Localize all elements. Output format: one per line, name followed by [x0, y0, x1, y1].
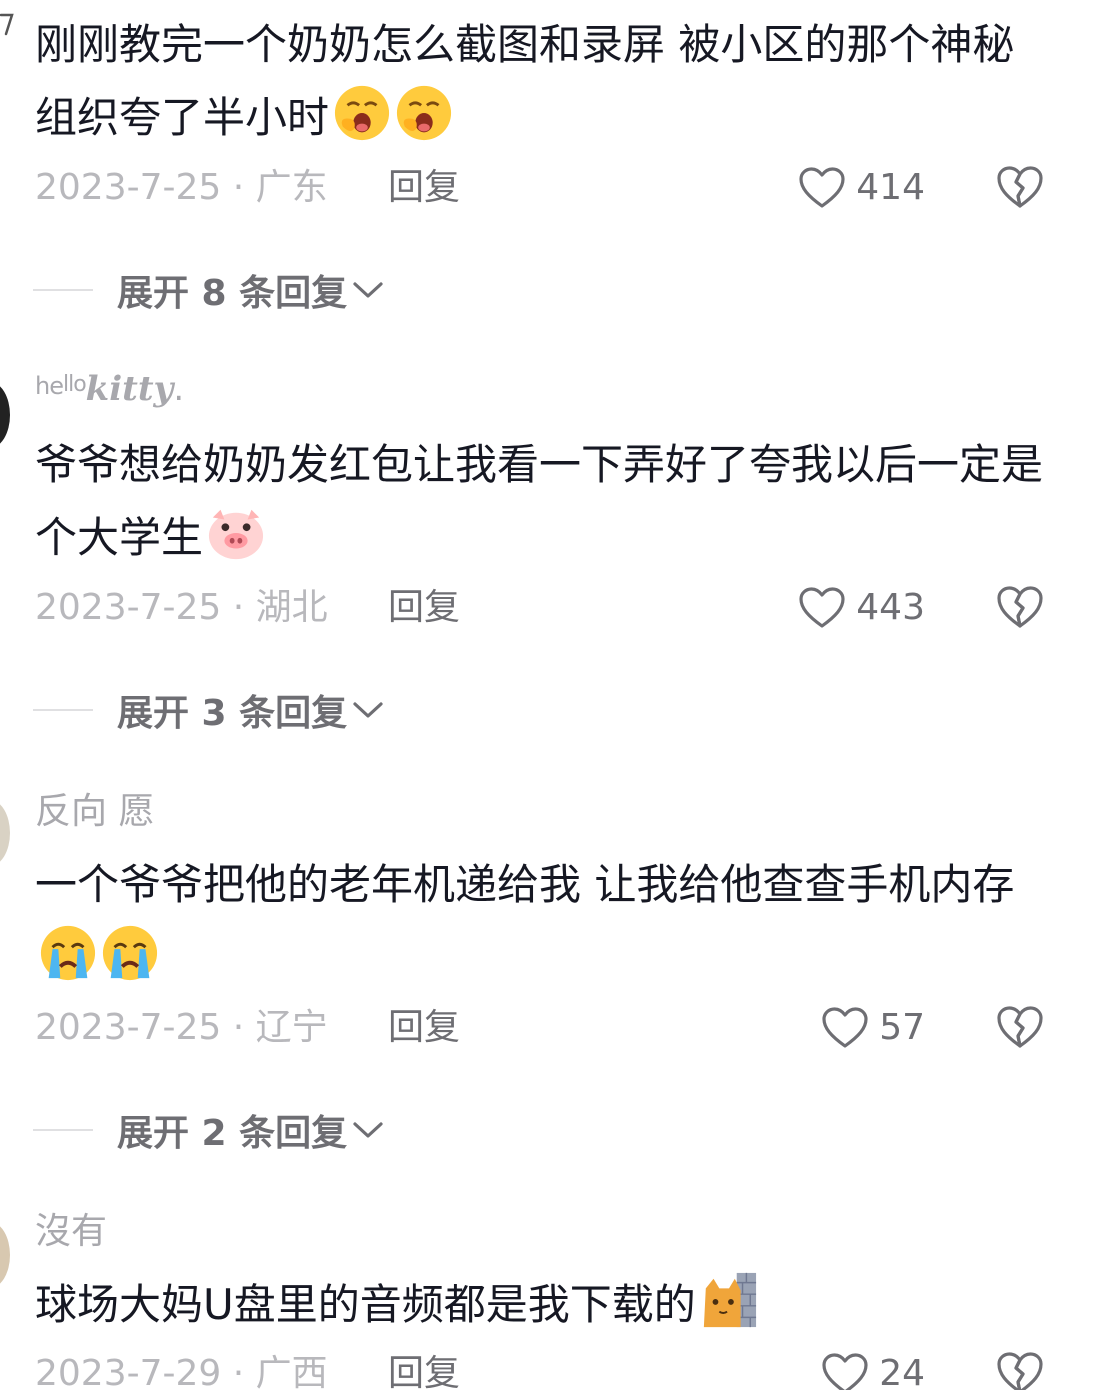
yawn-emoji-icon	[333, 84, 391, 142]
comment-text: 爷爷想给奶奶发红包让我看一下弄好了夸我以后一定是个大学生	[35, 440, 1044, 562]
broken-heart-icon[interactable]	[995, 1004, 1045, 1050]
expand-replies-label: 展开 8 条回复	[117, 273, 348, 314]
chevron-down-icon	[353, 702, 383, 718]
heart-icon	[799, 587, 845, 628]
like-count: 57	[879, 1007, 925, 1048]
divider-line	[33, 709, 93, 711]
avatar[interactable]	[0, 800, 10, 866]
divider-line	[33, 1129, 93, 1131]
edge-mark	[0, 13, 14, 36]
comment-username[interactable]: 沒有	[35, 1214, 107, 1250]
reply-button[interactable]: 回复	[388, 590, 460, 626]
crying-emoji-icon	[101, 924, 159, 982]
comment-date-location: 2023-7-25 · 广东	[35, 167, 328, 208]
pig-emoji-icon	[207, 504, 265, 562]
heart-icon	[822, 1007, 868, 1048]
like-button[interactable]: 24	[821, 1349, 925, 1390]
like-count: 443	[856, 587, 925, 628]
like-count: 24	[879, 1353, 925, 1390]
reply-button[interactable]: 回复	[388, 170, 460, 206]
crying-emoji-icon	[39, 924, 97, 982]
like-count: 414	[856, 167, 925, 208]
reply-button[interactable]: 回复	[388, 1356, 460, 1390]
yawn-emoji-icon	[395, 84, 453, 142]
heart-icon	[822, 1353, 868, 1390]
chevron-down-icon	[353, 1122, 383, 1138]
avatar[interactable]	[0, 1222, 10, 1288]
expand-replies-button[interactable]: 展开 2 条回复	[33, 1105, 385, 1155]
heart-icon	[799, 167, 845, 208]
divider-line	[33, 289, 93, 291]
like-button[interactable]: 443	[798, 583, 925, 633]
expand-replies-button[interactable]: 展开 3 条回复	[33, 685, 385, 735]
like-button[interactable]: 57	[821, 1003, 925, 1053]
comment-list: 刚刚教完一个奶奶怎么截图和录屏 被小区的那个神秘组织夸了半小时 2023-7-2…	[0, 0, 1095, 1390]
like-button[interactable]: 414	[798, 163, 925, 213]
expand-replies-label: 展开 3 条回复	[117, 693, 348, 734]
broken-heart-icon[interactable]	[995, 1350, 1045, 1390]
comment-username[interactable]: 反向 愿	[35, 794, 154, 830]
reply-button[interactable]: 回复	[388, 1010, 460, 1046]
comment-username[interactable]: hellokitty.	[35, 372, 184, 406]
cat-wall-emoji-icon	[700, 1271, 758, 1329]
expand-replies-button[interactable]: 展开 8 条回复	[33, 265, 385, 315]
comment-date-location: 2023-7-29 · 广西	[35, 1353, 328, 1390]
comment-date-location: 2023-7-25 · 辽宁	[35, 1007, 328, 1048]
broken-heart-icon[interactable]	[995, 584, 1045, 630]
comment-text: 球场大妈U盘里的音频都是我下载的	[35, 1268, 1050, 1341]
comment-text: 刚刚教完一个奶奶怎么截图和录屏 被小区的那个神秘组织夸了半小时	[35, 20, 1015, 142]
comment-text: 一个爷爷把他的老年机递给我 让我给他查查手机内存	[35, 848, 1050, 994]
broken-heart-icon[interactable]	[995, 164, 1045, 210]
expand-replies-label: 展开 2 条回复	[117, 1113, 348, 1154]
chevron-down-icon	[353, 282, 383, 298]
comment-date-location: 2023-7-25 · 湖北	[35, 587, 328, 628]
avatar[interactable]	[0, 382, 10, 448]
